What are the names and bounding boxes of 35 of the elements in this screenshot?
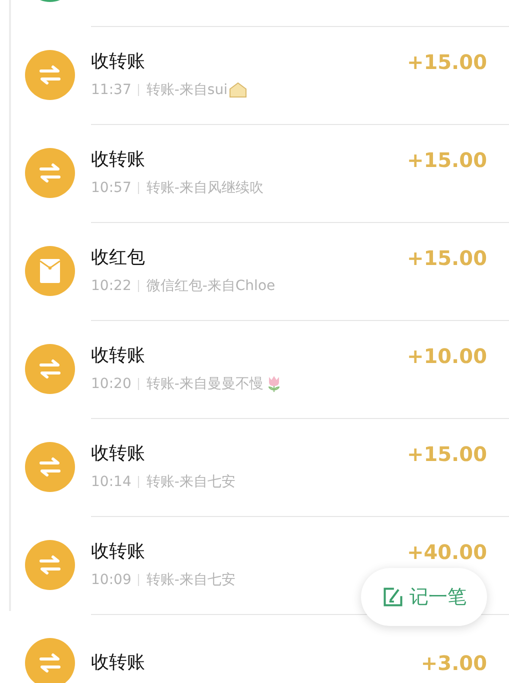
record-amount: +40.00 [406, 540, 487, 564]
record-detail: 转账-来自七安 [146, 570, 236, 590]
transfer-icon [25, 442, 75, 492]
record-detail: 转账-来自曼曼不慢 [146, 374, 264, 394]
record-detail: 转账-来自sui [146, 80, 228, 100]
record-amount: +15.00 [406, 148, 487, 172]
record-title: 收转账 [91, 650, 145, 674]
add-record-button[interactable]: 记一笔 [361, 568, 487, 626]
record-title: 收转账 [91, 540, 146, 564]
record-amount: +15.00 [406, 442, 487, 466]
record-title: 收转账 [91, 344, 146, 368]
record-time: 10:57 [91, 178, 132, 198]
record-detail: 转账-来自风继续吹 [146, 178, 264, 198]
transfer-icon [25, 638, 75, 683]
transfer-icon [25, 50, 75, 100]
record-time: 10:22 [91, 276, 132, 296]
record-amount: +3.00 [420, 650, 487, 674]
record-time: 10:20 [91, 374, 132, 394]
transfer-icon [25, 148, 75, 198]
record-amount: +15.00 [406, 50, 487, 74]
record-title: 收转账 [91, 148, 146, 172]
record-time: 10:14 [91, 472, 132, 492]
record-detail: 转账-来自七安 [146, 472, 236, 492]
record-detail: 微信红包-来自Chloe [146, 276, 276, 296]
envelope-icon [25, 246, 75, 296]
record-title: 收红包 [91, 246, 146, 270]
record-amount: +10.00 [406, 344, 487, 368]
record-title: 收转账 [91, 442, 146, 466]
transfer-icon [25, 540, 75, 590]
record-time: 10:09 [91, 570, 132, 590]
edit-note-icon [382, 586, 404, 608]
record-amount: +15.00 [406, 246, 487, 270]
record-time: 11:37 [91, 80, 132, 100]
transfer-icon [25, 344, 75, 394]
record-title: 收转账 [91, 50, 146, 74]
